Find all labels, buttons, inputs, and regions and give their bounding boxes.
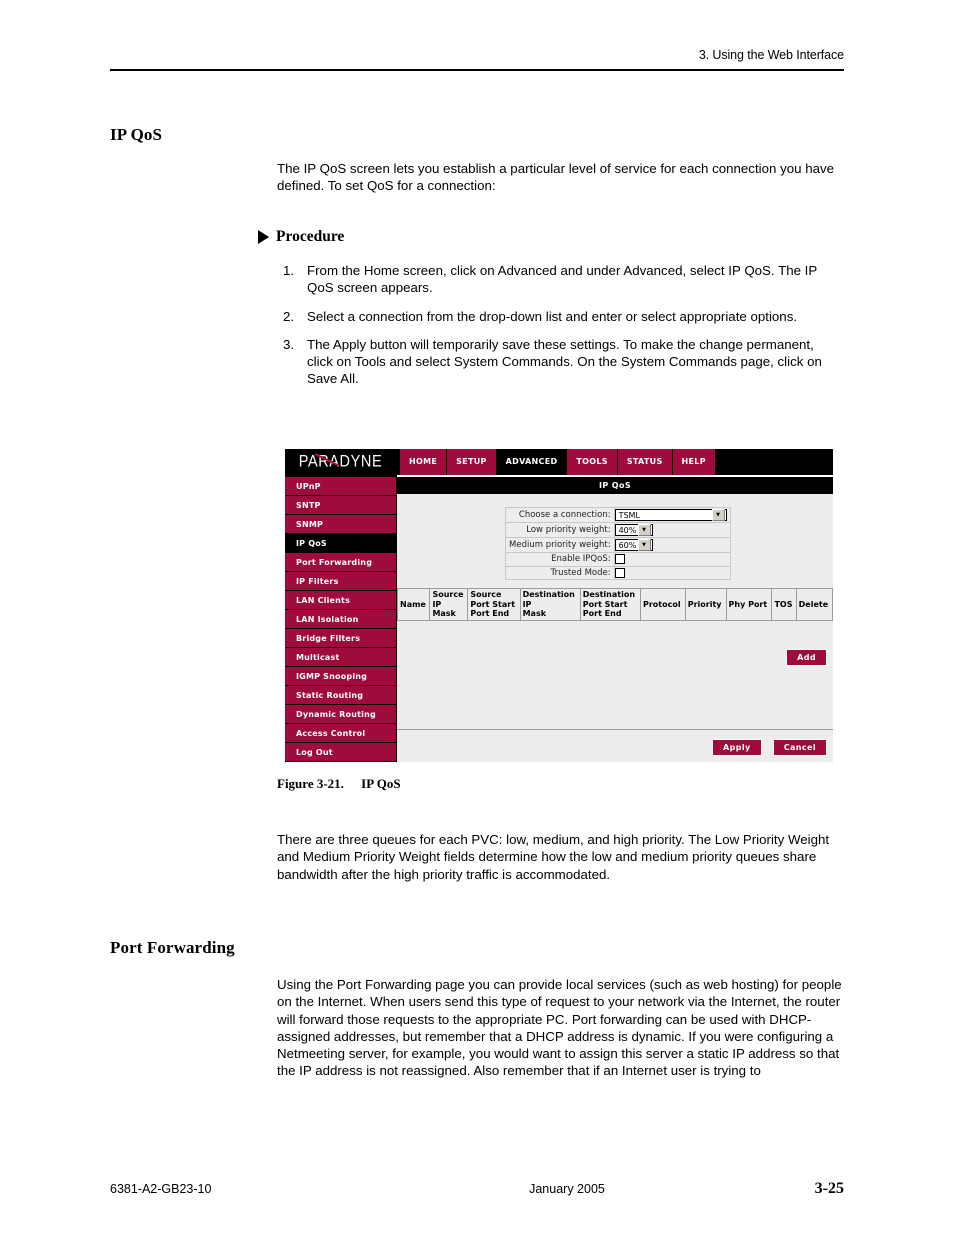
sidebar-item-lan-clients[interactable]: LAN Clients xyxy=(285,591,396,610)
sidebar-item-static-routing[interactable]: Static Routing xyxy=(285,686,396,705)
sidebar-item-bridge-filters[interactable]: Bridge Filters xyxy=(285,629,396,648)
list-item: 3. The Apply button will temporarily sav… xyxy=(283,336,843,388)
col-destination-port: Destination Port Start Port End xyxy=(579,588,641,621)
sidebar-item-access-control[interactable]: Access Control xyxy=(285,724,396,743)
step-text: The Apply button will temporarily save t… xyxy=(307,336,822,387)
doc-number: 6381-A2-GB23-10 xyxy=(110,1182,212,1196)
trusted-mode-label: Trusted Mode: xyxy=(505,565,615,580)
header-rule xyxy=(110,69,844,71)
col-destination-ip: Destination IP Mask xyxy=(519,588,581,621)
step-number: 2. xyxy=(283,308,295,324)
sidebar-item-port-forwarding[interactable]: Port Forwarding xyxy=(285,553,396,572)
col-protocol: Protocol xyxy=(639,588,686,621)
sidebar-item-snmp[interactable]: SNMP xyxy=(285,515,396,534)
triangle-right-icon xyxy=(258,230,269,244)
trusted-mode-checkbox[interactable] xyxy=(614,567,625,578)
sidebar-item-log-out[interactable]: Log Out xyxy=(285,743,396,762)
tab-setup[interactable]: SETUP xyxy=(447,449,496,475)
col-tos: TOS xyxy=(771,588,797,621)
connection-select[interactable]: TSML ▼ xyxy=(614,509,727,521)
figure-title: IP QoS xyxy=(361,776,401,791)
tab-help[interactable]: HELP xyxy=(672,449,715,475)
tab-status[interactable]: STATUS xyxy=(617,449,672,475)
col-delete: Delete xyxy=(795,588,834,621)
add-button-row: Add xyxy=(786,645,827,666)
form-row-low-weight: Low priority weight: 40% ▼ xyxy=(505,522,731,538)
tab-home[interactable]: HOME xyxy=(400,449,447,475)
col-source-port: Source Port Start Port End xyxy=(467,588,521,621)
col-priority: Priority xyxy=(684,588,727,621)
low-weight-value: 40% xyxy=(618,525,637,535)
procedure-header: Procedure xyxy=(258,228,344,246)
router-topbar: PARADYNE HOME SETUP ADVANCED TOOLS STATU… xyxy=(285,449,833,475)
col-phy-port: Phy Port xyxy=(725,588,773,621)
content-pane: IP QoS Choose a connection: TSML ▼ Low p… xyxy=(396,475,834,762)
figure-ip-qos-screenshot: PARADYNE HOME SETUP ADVANCED TOOLS STATU… xyxy=(285,449,834,762)
intro-paragraph: The IP QoS screen lets you establish a p… xyxy=(277,161,835,194)
port-forwarding-heading: Port Forwarding xyxy=(110,938,235,957)
enable-ipqos-label: Enable IPQoS: xyxy=(505,552,615,567)
chevron-down-icon[interactable]: ▼ xyxy=(637,524,651,536)
step-text: Select a connection from the drop-down l… xyxy=(307,308,798,324)
figure-number: Figure 3-21. xyxy=(277,776,344,791)
sidebar-item-sntp[interactable]: SNTP xyxy=(285,496,396,515)
sidebar: UPnP SNTP SNMP IP QoS Port Forwarding IP… xyxy=(285,475,396,762)
connection-value: TSML xyxy=(618,510,640,520)
page-title: IP QoS xyxy=(110,125,163,144)
router-body: UPnP SNTP SNMP IP QoS Port Forwarding IP… xyxy=(285,475,834,762)
sidebar-item-upnp[interactable]: UPnP xyxy=(285,477,396,496)
content-title: IP QoS xyxy=(397,475,833,494)
sidebar-item-lan-isolation[interactable]: LAN Isolation xyxy=(285,610,396,629)
procedure-label: Procedure xyxy=(276,228,345,245)
doc-date: January 2005 xyxy=(529,1182,605,1196)
cancel-button[interactable]: Cancel xyxy=(772,739,827,756)
col-name: Name xyxy=(396,588,431,621)
sidebar-item-multicast[interactable]: Multicast xyxy=(285,648,396,667)
chevron-down-icon[interactable]: ▼ xyxy=(637,539,651,551)
form-row-medium-weight: Medium priority weight: 60% ▼ xyxy=(505,537,731,553)
form-row-trusted-mode: Trusted Mode: xyxy=(505,565,731,580)
sidebar-item-dynamic-routing[interactable]: Dynamic Routing xyxy=(285,705,396,724)
content-inner: Choose a connection: TSML ▼ Low priority… xyxy=(396,494,834,729)
sidebar-item-ip-filters[interactable]: IP Filters xyxy=(285,572,396,591)
qos-settings-form: Choose a connection: TSML ▼ Low priority… xyxy=(505,507,731,580)
qos-rules-table: Name Source IP Mask Source Port Start Po… xyxy=(396,588,834,621)
col-source-ip: Source IP Mask xyxy=(429,588,469,621)
running-head: 3. Using the Web Interface xyxy=(698,48,844,62)
tab-advanced[interactable]: ADVANCED xyxy=(496,449,567,475)
port-forwarding-paragraph: Using the Port Forwarding page you can p… xyxy=(277,977,842,1079)
connection-label: Choose a connection: xyxy=(505,507,615,523)
sidebar-item-igmp-snooping[interactable]: IGMP Snooping xyxy=(285,667,396,686)
page-number: 3-25 xyxy=(814,1180,844,1197)
action-bar: Apply Cancel xyxy=(397,729,833,762)
tab-tools[interactable]: TOOLS xyxy=(567,449,617,475)
medium-weight-value: 60% xyxy=(618,540,637,550)
add-button[interactable]: Add xyxy=(786,649,827,666)
main-nav: HOME SETUP ADVANCED TOOLS STATUS HELP xyxy=(396,449,715,475)
step-number: 1. xyxy=(283,263,295,278)
step-number: 3. xyxy=(283,336,295,352)
table-header-row: Name Source IP Mask Source Port Start Po… xyxy=(396,588,834,621)
list-item: 2. Select a connection from the drop-dow… xyxy=(283,308,843,325)
brand-text: PARADYNE xyxy=(298,452,383,472)
sidebar-item-ip-qos[interactable]: IP QoS xyxy=(285,534,396,553)
paradyne-logo: PARADYNE xyxy=(285,449,396,475)
medium-weight-label: Medium priority weight: xyxy=(505,537,615,553)
list-item: 1. From the Home screen, click on Advanc… xyxy=(283,262,843,297)
chevron-down-icon[interactable]: ▼ xyxy=(711,509,725,521)
low-weight-label: Low priority weight: xyxy=(505,522,615,538)
queues-paragraph: There are three queues for each PVC: low… xyxy=(277,832,830,882)
enable-ipqos-checkbox[interactable] xyxy=(614,554,625,564)
form-row-enable-ipqos: Enable IPQoS: xyxy=(505,552,731,567)
procedure-steps: 1. From the Home screen, click on Advanc… xyxy=(283,262,843,399)
apply-button[interactable]: Apply xyxy=(712,739,762,756)
low-weight-select[interactable]: 40% ▼ xyxy=(614,524,653,536)
page-header: 3. Using the Web Interface xyxy=(110,48,844,71)
figure-caption: Figure 3-21. IP QoS xyxy=(277,776,401,792)
medium-weight-select[interactable]: 60% ▼ xyxy=(614,539,653,551)
step-text: From the Home screen, click on Advanced … xyxy=(307,263,818,296)
page-footer: 6381-A2-GB23-10 January 2005 3-25 xyxy=(110,1180,844,1198)
form-row-connection: Choose a connection: TSML ▼ xyxy=(505,507,731,523)
